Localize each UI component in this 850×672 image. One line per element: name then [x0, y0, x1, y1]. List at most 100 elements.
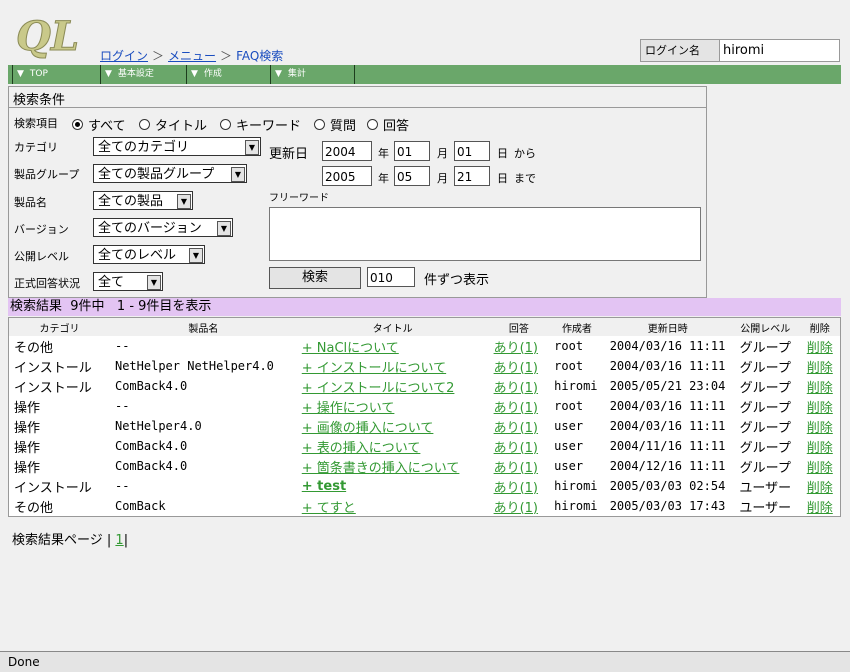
- nav-top[interactable]: ▼ TOP: [12, 65, 103, 84]
- breadcrumb: ログイン＞メニュー＞ FAQ検索: [100, 47, 283, 64]
- search-panel: 検索条件 検索項目 すべて タイトル キーワード 質問 回答 カテゴリ 全てのカ…: [8, 86, 707, 298]
- triangle-down-icon: ▼: [217, 221, 231, 236]
- cell-title-link[interactable]: + インストールについて: [302, 361, 446, 376]
- cell-author: user: [554, 438, 584, 453]
- product-select[interactable]: 全ての製品 ▼: [93, 191, 193, 210]
- triangle-down-icon: ▼: [105, 69, 112, 79]
- cell-author: root: [554, 338, 584, 353]
- search-button[interactable]: 検索: [269, 267, 361, 289]
- product-group-select[interactable]: 全ての製品グループ ▼: [93, 164, 247, 183]
- version-select-value: 全てのバージョン: [98, 221, 202, 236]
- category-label: カテゴリ: [14, 141, 58, 154]
- breadcrumb-login-link[interactable]: ログイン: [100, 49, 148, 63]
- cell-delete-link[interactable]: 削除: [807, 441, 833, 456]
- cell-author: root: [554, 398, 584, 413]
- radio-selected-icon: [72, 119, 83, 130]
- cell-delete-link[interactable]: 削除: [807, 501, 833, 516]
- table-cell: root: [549, 396, 605, 416]
- cell-delete-link[interactable]: 削除: [807, 461, 833, 476]
- cell-delete-link[interactable]: 削除: [807, 401, 833, 416]
- public-level-select[interactable]: 全てのレベル ▼: [93, 245, 205, 264]
- table-row: 操作 -- + 操作について あり(1) root 2004/03/16 11:11 グルー…: [9, 396, 841, 416]
- table-cell: 削除: [800, 416, 841, 436]
- from-day-input[interactable]: 01: [454, 141, 490, 161]
- table-cell: 操作: [9, 436, 110, 456]
- cell-public-level: ユーザー: [739, 480, 792, 496]
- cell-answer-link[interactable]: あり(1): [494, 461, 538, 476]
- radio-title[interactable]: タイトル: [139, 115, 207, 134]
- col-product: 製品名: [109, 317, 297, 336]
- cell-category: インストール: [14, 480, 92, 496]
- nav-basic-settings[interactable]: ▼ 基本設定: [100, 65, 187, 84]
- table-row: 操作 ComBack4.0 + 表の挿入について あり(1) user 2004/11/1…: [9, 436, 841, 456]
- app-logo: QL: [14, 13, 90, 61]
- cell-delete-link[interactable]: 削除: [807, 341, 833, 356]
- official-answer-label: 正式回答状況: [14, 277, 80, 290]
- nav-stats[interactable]: ▼ 集計: [270, 65, 355, 84]
- cell-delete-link[interactable]: 削除: [807, 421, 833, 436]
- cell-delete-link[interactable]: 削除: [807, 381, 833, 396]
- table-cell: 2005/03/03 02:54: [605, 476, 731, 496]
- cell-category: その他: [14, 500, 54, 516]
- from-month-input[interactable]: 01: [394, 141, 430, 161]
- official-answer-select[interactable]: 全て ▼: [93, 272, 163, 291]
- table-cell: 2005/03/03 17:43: [605, 496, 731, 517]
- table-cell: + 画像の挿入について: [297, 416, 489, 436]
- cell-title-link[interactable]: + 画像の挿入について: [302, 421, 434, 436]
- pager-divider: |: [123, 533, 129, 548]
- cell-title-link[interactable]: + 箇条書きの挿入について: [302, 461, 460, 476]
- nav-create[interactable]: ▼ 作成: [186, 65, 273, 84]
- cell-title-link[interactable]: + test: [302, 479, 346, 494]
- cell-answer-link[interactable]: あり(1): [494, 361, 538, 376]
- table-cell: + test: [297, 476, 489, 496]
- cell-answer-link[interactable]: あり(1): [494, 501, 538, 516]
- cell-answer-link[interactable]: あり(1): [494, 381, 538, 396]
- table-cell: 削除: [800, 456, 841, 476]
- table-row: その他 -- + NaClについて あり(1) root 2004/03/16 11:11…: [9, 336, 841, 356]
- per-page-input[interactable]: 010: [367, 267, 415, 287]
- update-date-label: 更新日: [269, 147, 309, 162]
- table-cell: root: [549, 336, 605, 356]
- cell-author: root: [554, 358, 584, 373]
- table-cell: hiromi: [549, 496, 605, 517]
- cell-updated: 2004/03/16 11:11: [609, 418, 726, 433]
- table-cell: グループ: [731, 436, 800, 456]
- cell-public-level: ユーザー: [739, 500, 792, 516]
- result-summary: 検索結果 9件中 1 - 9件目を表示: [8, 298, 841, 316]
- cell-delete-link[interactable]: 削除: [807, 361, 833, 376]
- breadcrumb-menu-link[interactable]: メニュー: [168, 49, 216, 63]
- login-info: ログイン名 hiromi: [640, 39, 840, 62]
- cell-title-link[interactable]: + 操作について: [302, 401, 395, 416]
- cell-author: user: [554, 418, 584, 433]
- radio-question[interactable]: 質問: [314, 115, 356, 134]
- freeword-textarea[interactable]: [269, 207, 701, 261]
- pager-link-1[interactable]: 1: [115, 533, 123, 548]
- nav-basic-settings-label: 基本設定: [117, 69, 154, 79]
- cell-title-link[interactable]: + 表の挿入について: [302, 441, 421, 456]
- version-select[interactable]: 全てのバージョン ▼: [93, 218, 233, 237]
- cell-delete-link[interactable]: 削除: [807, 481, 833, 496]
- cell-answer-link[interactable]: あり(1): [494, 441, 538, 456]
- radio-keyword[interactable]: キーワード: [220, 115, 301, 134]
- to-day-input[interactable]: 21: [454, 166, 490, 186]
- status-bar: Done: [0, 651, 850, 672]
- cell-title-link[interactable]: + NaClについて: [302, 341, 399, 356]
- to-month-input[interactable]: 05: [394, 166, 430, 186]
- radio-answer[interactable]: 回答: [367, 115, 409, 134]
- category-select[interactable]: 全てのカテゴリ ▼: [93, 137, 261, 156]
- from-year-input[interactable]: 2004: [322, 141, 372, 161]
- cell-answer-link[interactable]: あり(1): [494, 481, 538, 496]
- public-level-select-value: 全てのレベル: [98, 248, 177, 263]
- cell-title-link[interactable]: + てすと: [302, 501, 356, 516]
- radio-all[interactable]: すべて: [72, 115, 126, 134]
- cell-answer-link[interactable]: あり(1): [494, 341, 538, 356]
- breadcrumb-separator: ＞: [220, 49, 233, 63]
- version-label: バージョン: [14, 223, 69, 236]
- cell-answer-link[interactable]: あり(1): [494, 421, 538, 436]
- table-cell: インストール: [9, 376, 110, 396]
- cell-answer-link[interactable]: あり(1): [494, 401, 538, 416]
- to-year-input[interactable]: 2005: [322, 166, 372, 186]
- cell-updated: 2005/05/21 23:04: [609, 378, 726, 393]
- cell-title-link[interactable]: + インストールについて2: [302, 381, 455, 396]
- cell-updated: 2004/03/16 11:11: [609, 398, 726, 413]
